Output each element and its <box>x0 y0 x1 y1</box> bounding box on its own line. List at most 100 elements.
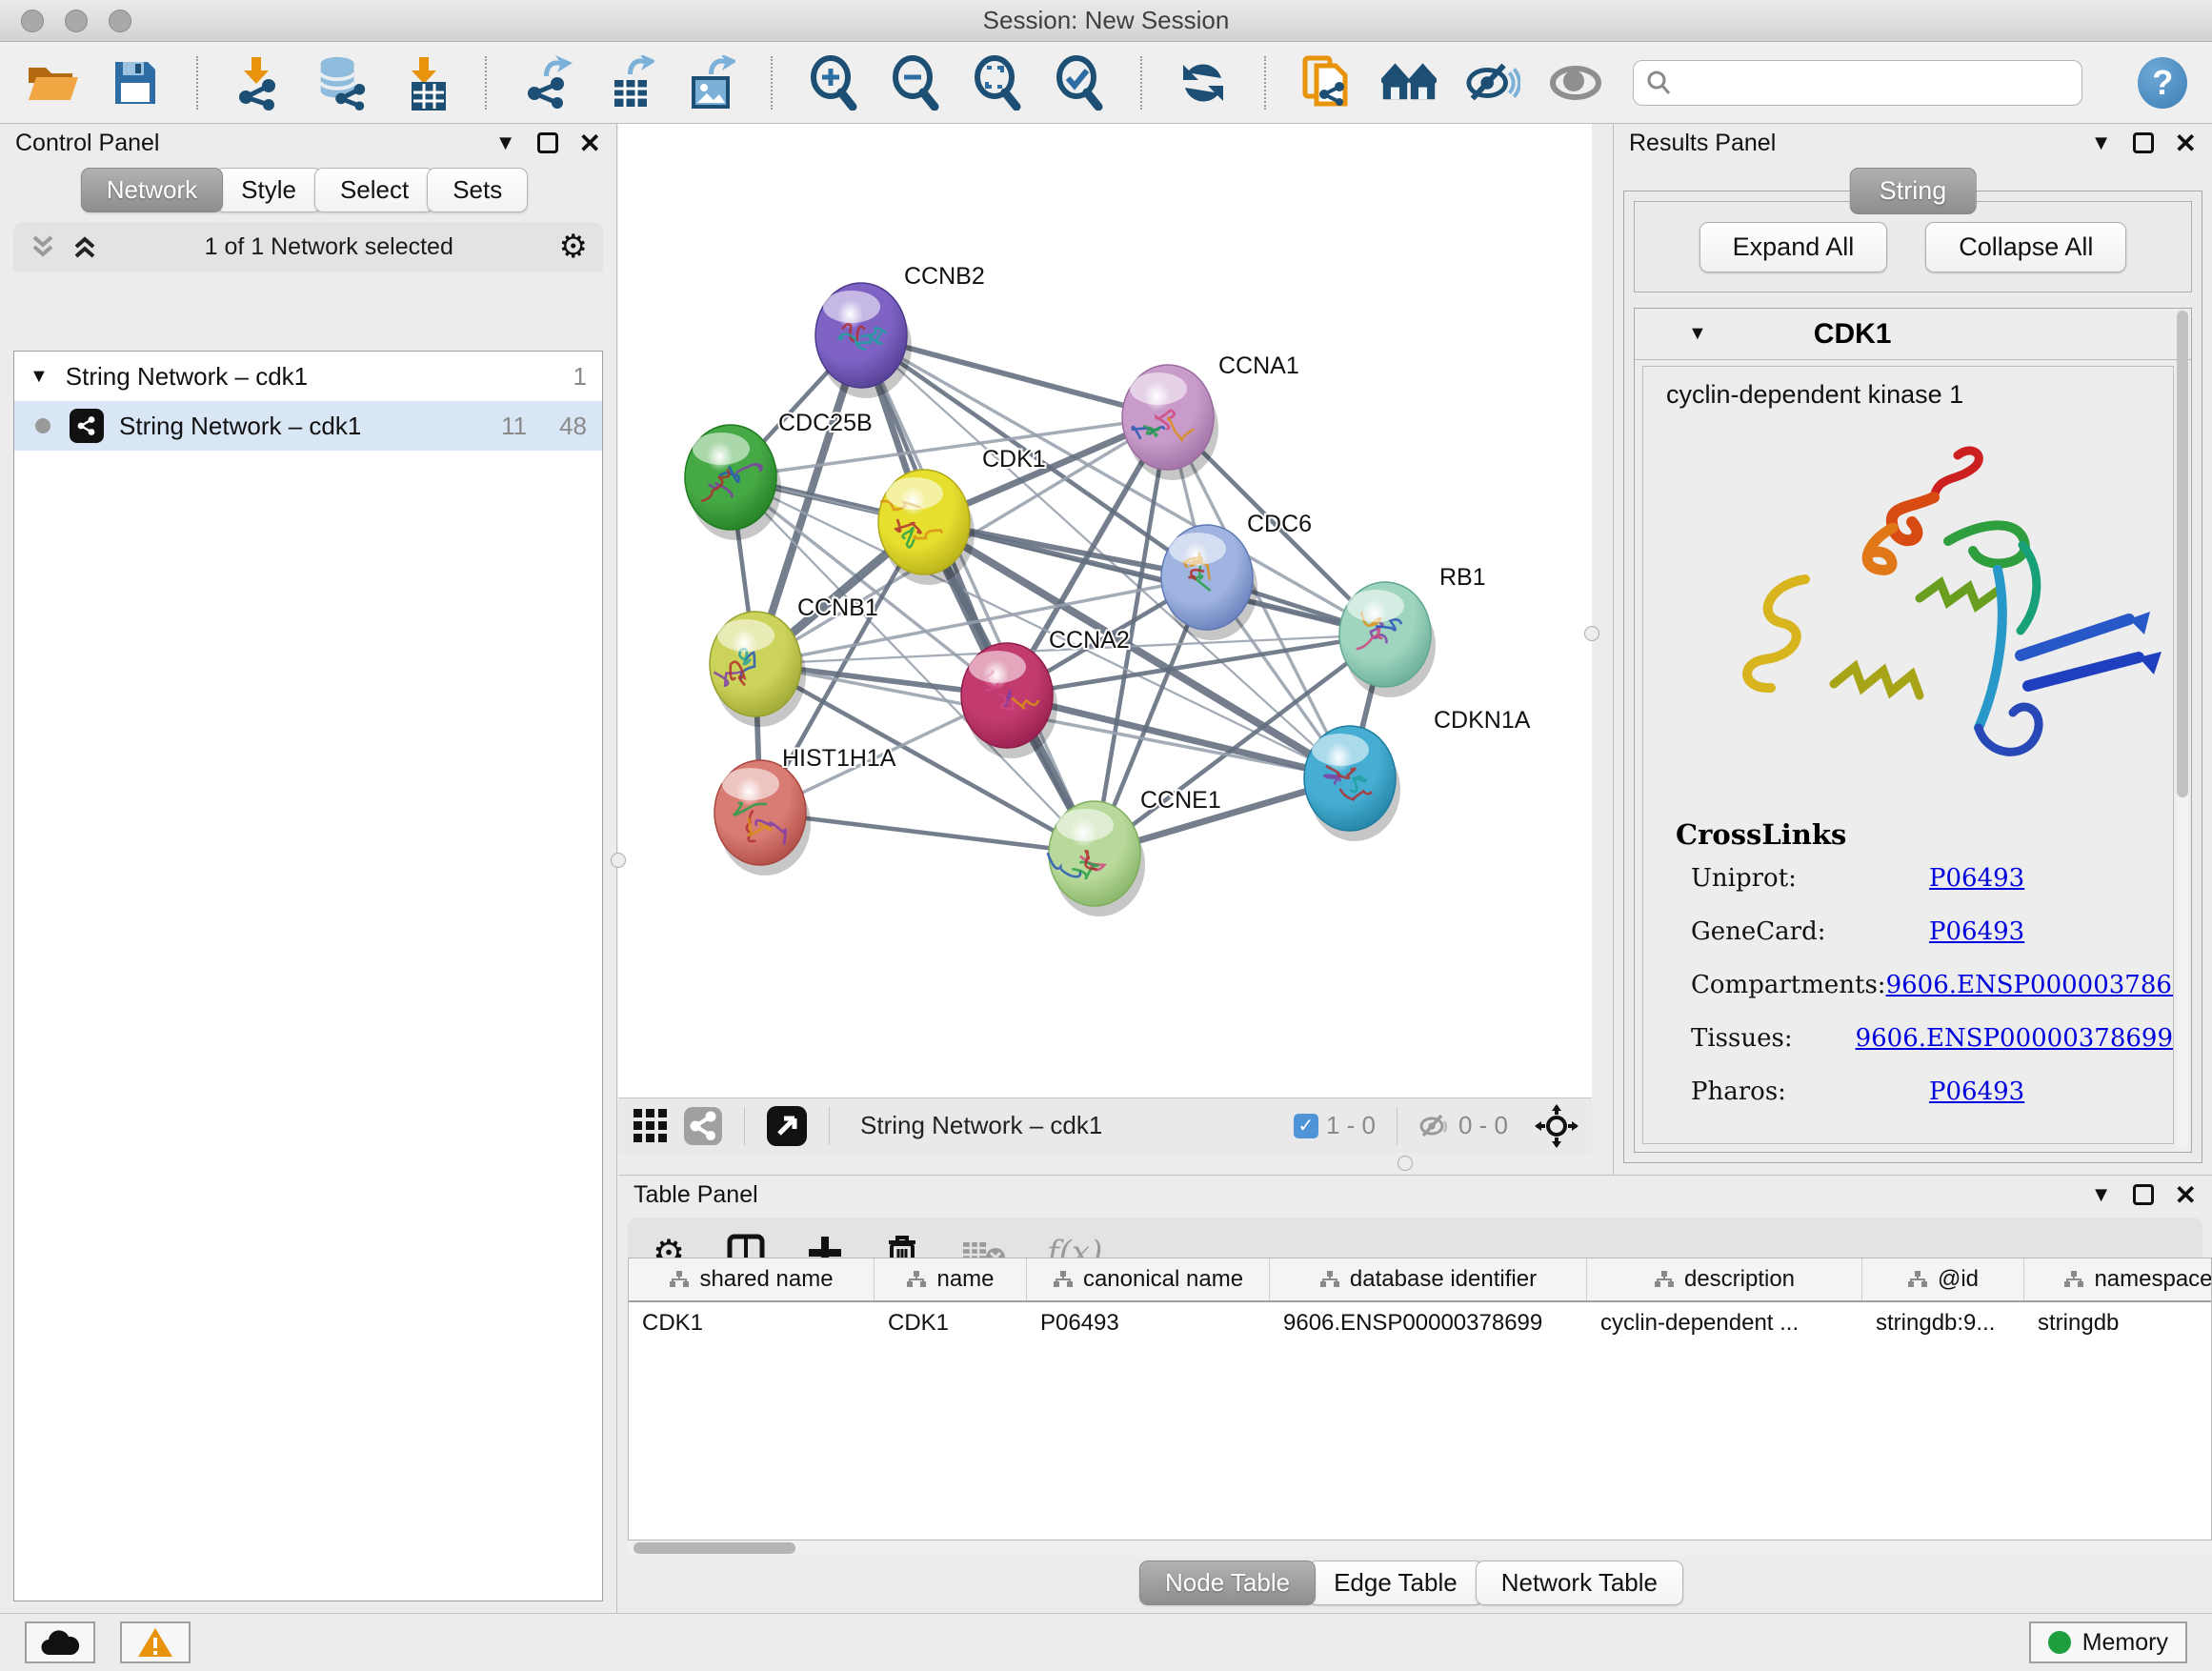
collapse-all-chevron-icon[interactable] <box>29 232 57 261</box>
import-table-file-button[interactable] <box>397 54 451 111</box>
horizontal-splitter-handle[interactable] <box>1398 1156 1413 1171</box>
table-cell[interactable]: CDK1 <box>629 1302 875 1346</box>
gene-section-header[interactable]: ▼ CDK1 <box>1635 309 2191 360</box>
import-network-file-button[interactable] <box>232 54 286 111</box>
network-collection-row[interactable]: ▼ String Network – cdk1 1 <box>14 352 602 401</box>
network-node-HIST1H1A[interactable] <box>714 760 811 876</box>
help-button[interactable]: ? <box>2138 57 2187 109</box>
collection-disclosure-icon[interactable]: ▼ <box>30 366 49 388</box>
network-node-CCNB2[interactable] <box>815 283 912 398</box>
search-box[interactable] <box>1633 60 2082 106</box>
tab-sets[interactable]: Sets <box>427 168 528 212</box>
collapse-all-button[interactable]: Collapse All <box>1925 222 2126 272</box>
import-network-database-button[interactable] <box>313 54 369 111</box>
panel-collapse-icon[interactable]: ▼ <box>2091 131 2112 155</box>
selected-checkbox-icon[interactable]: ✓ <box>1294 1114 1318 1138</box>
selected-count-badge[interactable]: ✓ 1 - 0 <box>1294 1111 1376 1140</box>
zoom-in-button[interactable] <box>807 54 860 111</box>
panel-float-icon[interactable] <box>2133 1184 2154 1205</box>
column-header-description[interactable]: description <box>1587 1258 1862 1300</box>
column-header-@id[interactable]: @id <box>1862 1258 2024 1300</box>
zoom-out-button[interactable] <box>889 54 942 111</box>
table-cell[interactable]: CDK1 <box>875 1302 1027 1346</box>
table-cell[interactable]: stringdb <box>2024 1302 2212 1346</box>
panel-close-icon[interactable]: ✕ <box>2175 128 2197 159</box>
table-cell[interactable]: stringdb:9... <box>1862 1302 2024 1346</box>
column-header-database-identifier[interactable]: database identifier <box>1270 1258 1587 1300</box>
results-scrollbar-thumb[interactable] <box>2177 311 2188 797</box>
minimize-window-icon[interactable] <box>65 10 88 32</box>
network-node-CCNA2[interactable] <box>961 643 1057 758</box>
cloud-status-button[interactable] <box>25 1621 95 1663</box>
column-header-name[interactable]: name <box>875 1258 1027 1300</box>
fit-pan-crosshair-icon[interactable] <box>1535 1104 1579 1148</box>
network-node-RB1[interactable] <box>1339 582 1436 697</box>
right-splitter-handle[interactable] <box>1584 626 1599 641</box>
panel-float-icon[interactable] <box>2133 132 2154 153</box>
column-header-shared-name[interactable]: shared name <box>629 1258 875 1300</box>
network-canvas[interactable]: CCNB2CCNA1CDC25BCDK1CDC6RB1CCNB1CCNA2CDK… <box>618 124 1592 1097</box>
zoom-window-icon[interactable] <box>109 10 131 32</box>
network-row[interactable]: String Network – cdk1 11 48 <box>14 401 602 451</box>
table-cell[interactable]: P06493 <box>1027 1302 1270 1346</box>
zoom-fit-button[interactable] <box>971 54 1024 111</box>
show-all-networks-button[interactable] <box>1381 54 1437 111</box>
crosslink-link[interactable]: P06493 <box>1929 917 2024 946</box>
tab-string[interactable]: String <box>1850 168 1977 214</box>
tab-select[interactable]: Select <box>314 168 434 212</box>
search-input[interactable] <box>1679 70 2070 96</box>
grid-mode-icon[interactable] <box>632 1107 670 1145</box>
refresh-view-button[interactable] <box>1176 54 1230 111</box>
traffic-lights[interactable] <box>21 10 131 32</box>
network-mode-icon[interactable] <box>683 1106 723 1146</box>
column-header-namespace[interactable]: namespace <box>2024 1258 2212 1300</box>
show-hidden-button[interactable] <box>1549 54 1604 111</box>
warnings-button[interactable] <box>120 1621 191 1663</box>
panel-collapse-icon[interactable]: ▼ <box>2091 1182 2112 1207</box>
table-horizontal-scrollbar[interactable] <box>628 1540 2212 1556</box>
panel-close-icon[interactable]: ✕ <box>579 128 601 159</box>
table-cell[interactable]: cyclin-dependent ... <box>1587 1302 1862 1346</box>
close-window-icon[interactable] <box>21 10 44 32</box>
tab-style[interactable]: Style <box>215 168 322 212</box>
tab-network-table[interactable]: Network Table <box>1476 1560 1683 1605</box>
control-panel: Control Panel ▼ ✕ NetworkStyleSelectSets… <box>0 124 617 1613</box>
panel-float-icon[interactable] <box>537 132 558 153</box>
expand-all-chevron-icon[interactable] <box>70 232 99 261</box>
panel-collapse-icon[interactable]: ▼ <box>495 131 516 155</box>
hidden-count-badge[interactable]: 0 - 0 <box>1418 1111 1508 1140</box>
crosslink-link[interactable]: 9606.ENSP00000378699 <box>1856 1024 2173 1053</box>
crosslink-link[interactable]: 9606.ENSP00000378699 <box>1886 971 2174 999</box>
export-table-button[interactable] <box>602 54 655 111</box>
network-node-CCNE1[interactable] <box>1048 801 1145 916</box>
expand-all-button[interactable]: Expand All <box>1699 222 1888 272</box>
zoom-selected-button[interactable] <box>1053 54 1106 111</box>
memory-button[interactable]: Memory <box>2029 1621 2187 1663</box>
crosslink-link[interactable]: P06493 <box>1929 864 2024 893</box>
crosslink-link[interactable]: P06493 <box>1929 1077 2024 1106</box>
table-row[interactable]: CDK1CDK1P064939606.ENSP00000378699cyclin… <box>629 1302 2211 1346</box>
table-cell[interactable]: 9606.ENSP00000378699 <box>1270 1302 1587 1346</box>
network-node-CDC6[interactable] <box>1161 525 1257 640</box>
open-session-button[interactable] <box>25 54 80 111</box>
export-network-button[interactable] <box>521 54 574 111</box>
table-scrollbar-thumb[interactable] <box>633 1542 795 1554</box>
tab-node-table[interactable]: Node Table <box>1139 1560 1316 1605</box>
results-scrollbar[interactable] <box>2177 311 2188 1150</box>
birdseye-view-icon[interactable] <box>766 1105 808 1147</box>
left-splitter-handle[interactable] <box>611 853 626 868</box>
panel-close-icon[interactable]: ✕ <box>2175 1179 2197 1211</box>
hide-selected-button[interactable] <box>1465 54 1520 111</box>
save-session-button[interactable] <box>109 54 162 111</box>
tab-network[interactable]: Network <box>81 168 223 212</box>
column-header-canonical-name[interactable]: canonical name <box>1027 1258 1270 1300</box>
network-node-CCNA1[interactable] <box>1122 365 1218 480</box>
network-node-CDK1[interactable] <box>878 470 975 585</box>
export-image-button[interactable] <box>684 54 737 111</box>
network-node-CDKN1A[interactable] <box>1304 726 1400 841</box>
network-options-gear-icon[interactable]: ⚙ <box>559 231 588 263</box>
network-node-CDC25B[interactable] <box>685 425 781 540</box>
tab-edge-table[interactable]: Edge Table <box>1308 1560 1483 1605</box>
gene-disclosure-icon[interactable]: ▼ <box>1688 323 1707 345</box>
network-from-clipboard-button[interactable] <box>1300 54 1354 111</box>
